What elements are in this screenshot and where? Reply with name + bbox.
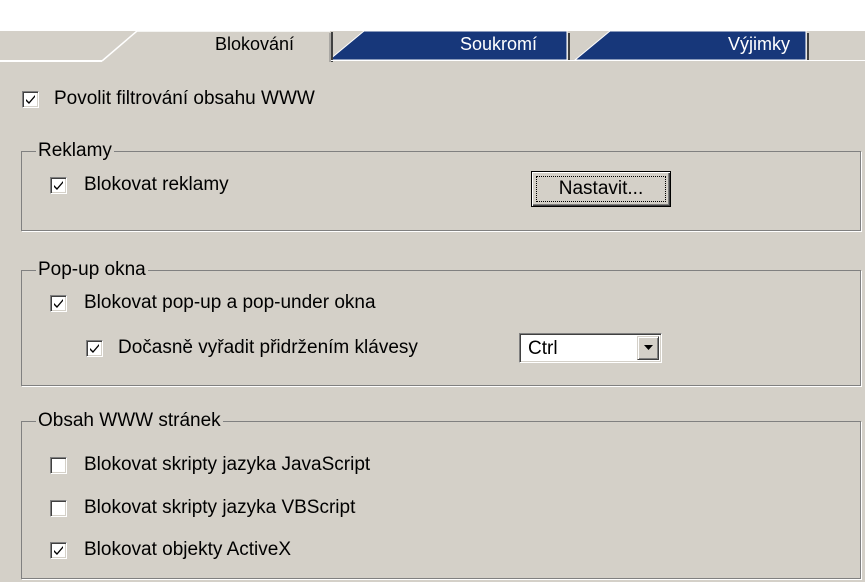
block-activex-label: Blokovat objekty ActiveX (84, 539, 291, 560)
popups-group (21, 270, 861, 386)
tab-blokovani[interactable]: Blokování (215, 34, 294, 55)
web-content-group-legend: Obsah WWW stránek (36, 410, 223, 432)
checkmark-icon (54, 299, 63, 308)
block-popups-label: Blokovat pop-up a pop-under okna (84, 292, 376, 313)
block-vbscript-checkbox[interactable] (50, 500, 67, 517)
ads-settings-button-label: Nastavit... (558, 178, 644, 199)
checkmark-icon (90, 344, 99, 353)
block-javascript-checkbox[interactable] (50, 457, 67, 474)
block-ads-label: Blokovat reklamy (84, 174, 229, 195)
block-popups-checkbox[interactable] (50, 295, 67, 312)
enable-filter-checkbox[interactable] (22, 91, 39, 108)
tab-vyjimky[interactable]: Výjimky (728, 34, 790, 55)
block-activex-checkbox[interactable] (50, 542, 67, 559)
block-ads-checkbox[interactable] (50, 177, 67, 194)
block-vbscript-label: Blokovat skripty jazyka VBScript (84, 497, 356, 518)
checkmark-icon (26, 95, 35, 104)
ads-group-legend: Reklamy (36, 140, 114, 162)
temp-disable-label: Dočasně vyřadit přidržením klávesy (118, 337, 418, 358)
tab-soukromi[interactable]: Soukromí (460, 34, 537, 55)
hotkey-select[interactable]: Ctrl (519, 333, 662, 363)
hotkey-select-value: Ctrl (528, 338, 558, 359)
chevron-down-icon (644, 345, 653, 350)
enable-filter-label: Povolit filtrování obsahu WWW (54, 88, 315, 109)
hotkey-dropdown-button[interactable] (637, 336, 659, 360)
checkmark-icon (54, 181, 63, 190)
ads-settings-button[interactable]: Nastavit... (531, 171, 671, 207)
block-javascript-label: Blokovat skripty jazyka JavaScript (84, 454, 371, 475)
temp-disable-checkbox[interactable] (86, 340, 103, 357)
popups-group-legend: Pop-up okna (36, 259, 148, 281)
checkmark-icon (54, 546, 63, 555)
